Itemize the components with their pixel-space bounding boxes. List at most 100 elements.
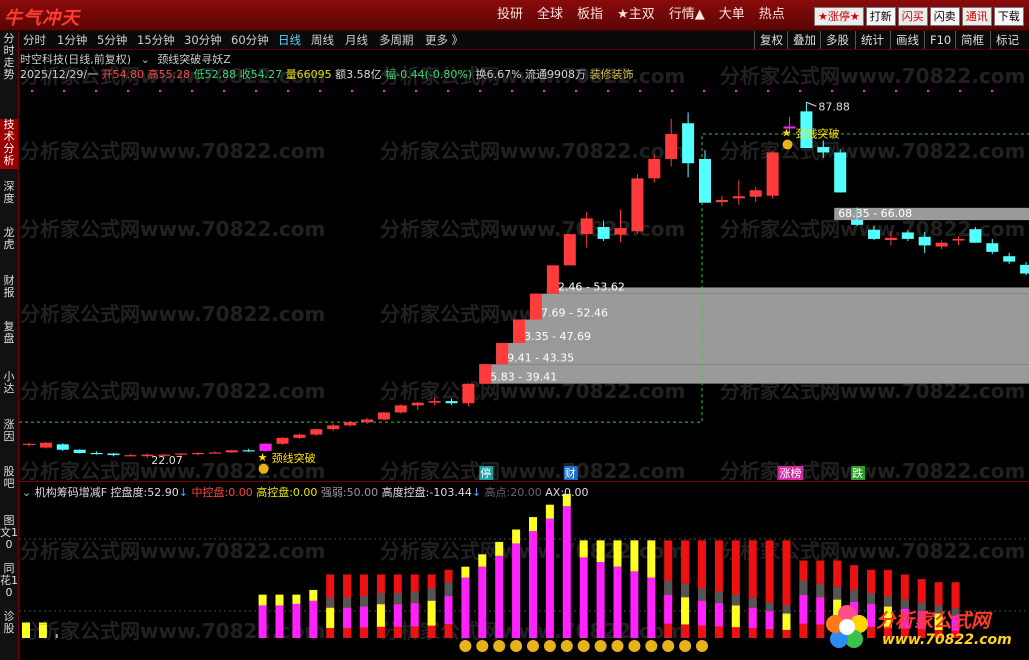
volume-bar-cap	[478, 554, 487, 567]
kp-value: 52.90	[147, 486, 179, 499]
marker-dot	[511, 90, 513, 92]
sub-dropdown-icon[interactable]: ⌄	[22, 486, 31, 499]
marker-dot	[863, 90, 865, 92]
candle-body	[699, 158, 711, 203]
tab-1min[interactable]: 1分钟	[57, 31, 87, 49]
nav-intraday[interactable]: 分时走势	[0, 33, 18, 89]
candle-body	[935, 242, 948, 247]
volume-bar-gray	[782, 605, 791, 614]
menu-quotes[interactable]: 行情▲	[662, 0, 712, 30]
marker-dot	[191, 90, 193, 92]
volume-bar-gray	[427, 588, 436, 601]
zone-label: 39.41 - 43.35	[500, 351, 574, 364]
marker-dot	[351, 90, 353, 92]
candle-body	[208, 452, 221, 454]
volume-bar-cap	[681, 540, 690, 584]
nav-tonghua[interactable]: 同花10	[0, 563, 18, 603]
period-toolbar: 分时 1分钟 5分钟 15分钟 30分钟 60分钟 日线 周线 月线 多周期 更…	[19, 31, 1029, 50]
menu-global[interactable]: 全球	[530, 0, 570, 30]
volume-bar-gray	[698, 588, 706, 601]
marker-dot	[447, 90, 449, 92]
candle-body	[513, 319, 526, 343]
tab-weekly[interactable]: 周线	[311, 31, 334, 49]
marker-dot	[415, 90, 417, 92]
volume-bar	[545, 518, 554, 638]
price-chart[interactable]: 35.83 - 39.41 39.41 - 43.35 43.35 - 47.69 4…	[19, 80, 1029, 480]
volume-bar-mid	[360, 606, 368, 628]
marker-dot	[31, 90, 33, 92]
nav-depth[interactable]: 深度	[0, 181, 18, 209]
volume-bar-gray	[816, 583, 825, 598]
marker-dot	[607, 90, 609, 92]
volume-bar	[596, 562, 605, 638]
candle-body	[310, 429, 323, 435]
smiley-icon	[560, 640, 573, 652]
candle-body	[344, 422, 357, 426]
flash-buy-button[interactable]: 闪买	[897, 7, 928, 26]
nav-financials[interactable]: 财报	[0, 275, 18, 303]
mark-button[interactable]: 标记	[990, 31, 1019, 49]
limit-up-button[interactable]: ★涨停★	[814, 7, 864, 26]
tab-30min[interactable]: 30分钟	[184, 31, 222, 49]
candle-body	[56, 444, 69, 450]
tab-intraday[interactable]: 分时	[23, 31, 46, 49]
f10-button[interactable]: F10	[924, 31, 951, 49]
tab-more[interactable]: 更多 》	[425, 31, 463, 49]
tab-daily[interactable]: 日线	[278, 31, 301, 49]
draw-line-button[interactable]: 画线	[890, 31, 919, 49]
candle-body	[445, 401, 458, 404]
marker-dot	[63, 90, 65, 92]
max-pointer	[806, 101, 817, 107]
volume-bar-cap	[461, 566, 470, 578]
volume-bar-cap	[512, 529, 521, 544]
candle-body	[732, 196, 745, 199]
simple-frame-button[interactable]: 简框	[955, 31, 984, 49]
candle-body	[969, 229, 982, 243]
menu-main-double[interactable]: ★主双	[610, 0, 662, 30]
event-marker: 跌	[852, 466, 863, 480]
left-nav: 分时走势 技术分析 深度 龙虎 财报 复盘 小达 涨因 股吧 图文10 同花10…	[0, 31, 19, 660]
marker-dot	[767, 90, 769, 92]
brand-url: www.70822.com	[882, 632, 1012, 648]
tab-monthly[interactable]: 月线	[345, 31, 368, 49]
candle-body	[411, 402, 424, 406]
multi-stock-button[interactable]: 多股	[820, 31, 849, 49]
nav-forum[interactable]: 股吧	[0, 466, 18, 494]
nav-graphic[interactable]: 图文10	[0, 515, 18, 555]
tab-15min[interactable]: 15分钟	[137, 31, 175, 49]
nav-diagnose[interactable]: 诊股	[0, 611, 18, 639]
nav-technical[interactable]: 技术分析	[0, 119, 18, 169]
smiley-icon	[662, 640, 675, 652]
candle-body	[648, 158, 661, 179]
volume-bar-cap	[731, 540, 740, 595]
candle-body	[884, 237, 897, 240]
candle-body	[394, 405, 407, 413]
tab-5min[interactable]: 5分钟	[97, 31, 127, 49]
nav-limit-reason[interactable]: 涨因	[0, 419, 18, 447]
menu-research[interactable]: 投研	[490, 0, 530, 30]
overlay-button[interactable]: 叠加	[787, 31, 816, 49]
tab-multi-period[interactable]: 多周期	[379, 31, 414, 49]
tab-60min[interactable]: 60分钟	[231, 31, 269, 49]
menu-big-orders[interactable]: 大单	[712, 0, 752, 30]
volume-bar-cap	[748, 540, 757, 598]
nav-xiaoda[interactable]: 小达	[0, 371, 18, 399]
nav-dragon-tiger[interactable]: 龙虎	[0, 227, 18, 255]
ipo-button[interactable]: 打新	[865, 7, 896, 26]
candle-body	[986, 243, 999, 252]
volume-bar-mid	[698, 600, 706, 626]
volume-bar-cap	[444, 569, 453, 583]
sub-indicator-name[interactable]: 机构筹码增减F	[35, 486, 107, 499]
news-button[interactable]: 通讯	[961, 7, 992, 26]
adjust-button[interactable]: 复权	[754, 31, 783, 49]
download-button[interactable]: 下载	[993, 7, 1024, 26]
menu-index[interactable]: 板指	[570, 0, 610, 30]
nav-review[interactable]: 复盘	[0, 321, 18, 349]
star-icon: ★	[258, 451, 268, 464]
stats-button[interactable]: 统计	[855, 31, 884, 49]
volume-bar-gray	[748, 597, 757, 608]
menu-hotspots[interactable]: 热点	[752, 0, 792, 30]
flash-sell-button[interactable]: 闪卖	[929, 7, 960, 26]
volume-bar-mid	[782, 613, 791, 630]
volume-bar-gray	[731, 594, 740, 606]
